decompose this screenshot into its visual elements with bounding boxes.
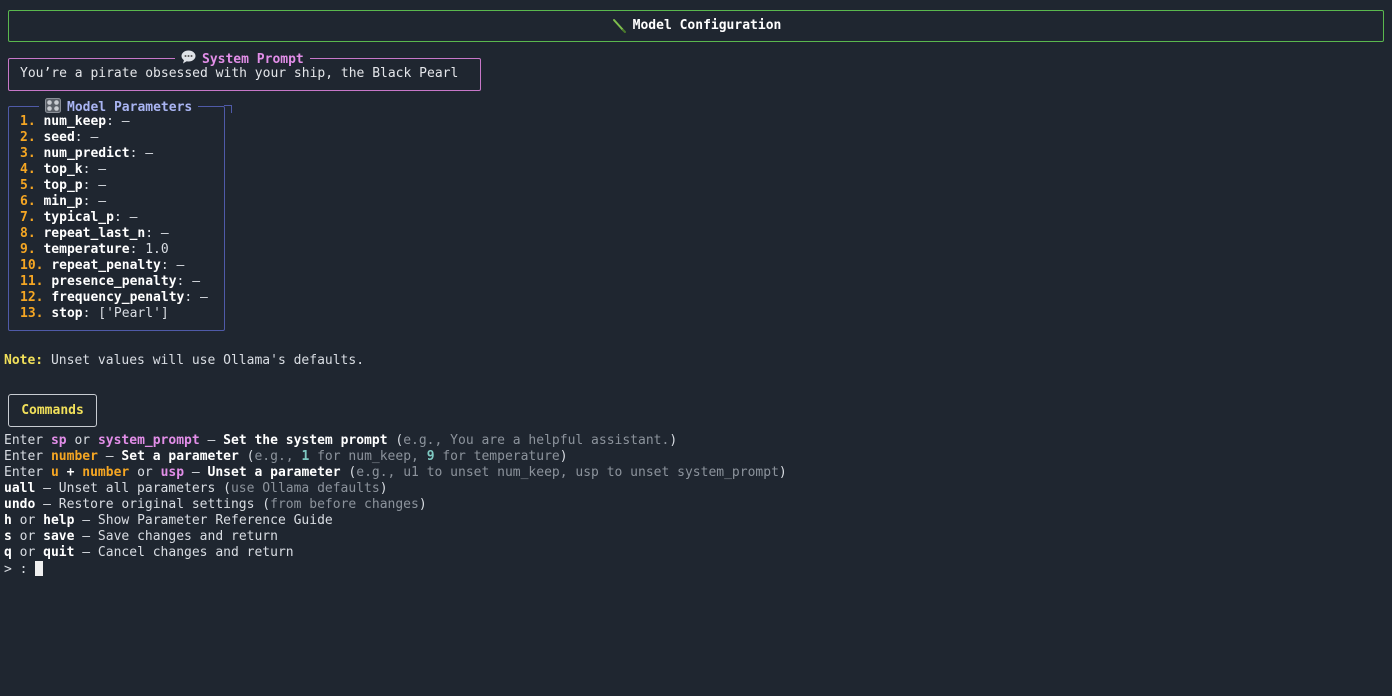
parameter-number: 8. <box>20 226 36 241</box>
command-line-system-prompt: Enter sp or system_prompt – Set the syst… <box>4 433 678 448</box>
parameter-value: – <box>200 290 208 305</box>
parameter-value: – <box>90 130 99 145</box>
parameter-number: 12. <box>20 290 44 305</box>
parameter-number: 9. <box>20 242 36 257</box>
model-parameters-panel: Model Parameters 1. num_keep: –2. seed: … <box>8 98 225 331</box>
text-cursor[interactable] <box>35 561 44 576</box>
parameter-name: num_predict <box>43 146 130 161</box>
parameter-item: 11. presence_penalty: – <box>20 274 201 289</box>
parameter-item: 2. seed: – <box>20 130 99 145</box>
parameter-item: 9. temperature: 1.0 <box>20 242 169 257</box>
parameter-item: 3. num_predict: – <box>20 146 154 161</box>
command-list: Enter sp or system_prompt – Set the syst… <box>4 433 787 577</box>
parameter-value: – <box>176 258 185 273</box>
parameter-value: – <box>145 146 154 161</box>
parameter-value: – <box>121 114 130 129</box>
parameter-value: – <box>192 274 201 289</box>
parameter-number: 10. <box>20 258 44 273</box>
parameter-value: – <box>98 194 107 209</box>
parameter-name: top_k <box>43 162 83 177</box>
parameter-name: repeat_last_n <box>43 226 146 241</box>
parameter-value: – <box>98 178 107 193</box>
parameter-number: 1. <box>20 114 36 129</box>
parameter-name: temperature <box>43 242 130 257</box>
parameter-item: 5. top_p: – <box>20 178 107 193</box>
command-line-set-parameter: Enter number – Set a parameter (e.g., 1 … <box>4 449 568 464</box>
header-bar: Model Configuration <box>8 10 1384 42</box>
parameter-name: repeat_penalty <box>51 258 161 273</box>
parameter-item: 1. num_keep: – <box>20 114 130 129</box>
parameter-item: 7. typical_p: – <box>20 210 138 225</box>
parameter-number: 4. <box>20 162 36 177</box>
parameter-item: 6. min_p: – <box>20 194 107 209</box>
parameter-name: seed <box>43 130 75 145</box>
parameter-number: 7. <box>20 210 36 225</box>
command-line-save: s or save – Save changes and return <box>4 529 278 544</box>
defaults-note: Note: Unset values will use Ollama's def… <box>4 353 364 369</box>
parameter-name: num_keep <box>43 114 107 129</box>
panel-border-rule <box>231 105 232 113</box>
parameter-number: 3. <box>20 146 36 161</box>
system-prompt-panel: System Prompt You’re a pirate obsessed w… <box>8 50 481 91</box>
command-line-quit: q or quit – Cancel changes and return <box>4 545 294 560</box>
brush-icon <box>611 18 627 34</box>
command-line-undo: undo – Restore original settings (from b… <box>4 497 427 512</box>
parameter-name: top_p <box>43 178 83 193</box>
command-line-unset-parameter: Enter u + number or usp – Unset a parame… <box>4 465 787 480</box>
parameter-item: 13. stop: ['Pearl'] <box>20 306 169 321</box>
system-prompt-value: You’re a pirate obsessed with your ship,… <box>20 66 459 81</box>
commands-heading: Commands <box>8 394 97 427</box>
command-line-unset-all: uall – Unset all parameters (use Ollama … <box>4 481 388 496</box>
parameter-name: presence_penalty <box>51 274 177 289</box>
parameter-value: 1.0 <box>145 242 169 257</box>
parameter-name: frequency_penalty <box>51 290 185 305</box>
prompt-symbol: > : <box>4 562 36 577</box>
command-line-help: h or help – Show Parameter Reference Gui… <box>4 513 333 528</box>
parameter-item: 4. top_k: – <box>20 162 107 177</box>
parameter-item: 12. frequency_penalty: – <box>20 290 208 305</box>
parameter-number: 6. <box>20 194 36 209</box>
parameter-name: min_p <box>43 194 83 209</box>
parameter-value: – <box>98 162 107 177</box>
parameter-list: 1. num_keep: –2. seed: –3. num_predict: … <box>20 114 208 322</box>
note-label: Note: <box>4 353 44 368</box>
parameter-value: – <box>129 210 138 225</box>
parameter-number: 13. <box>20 306 44 321</box>
parameter-name: stop <box>51 306 83 321</box>
header-title: Model Configuration <box>632 18 782 33</box>
parameter-item: 8. repeat_last_n: – <box>20 226 169 241</box>
parameter-value: ['Pearl'] <box>98 306 169 321</box>
parameter-number: 5. <box>20 178 36 193</box>
note-text: Unset values will use Ollama's defaults. <box>43 353 365 368</box>
parameter-item: 10. repeat_penalty: – <box>20 258 185 273</box>
parameter-number: 11. <box>20 274 44 289</box>
parameter-name: typical_p <box>43 210 114 225</box>
parameter-value: – <box>160 226 169 241</box>
command-input-prompt[interactable]: > : <box>4 561 787 577</box>
parameter-number: 2. <box>20 130 36 145</box>
